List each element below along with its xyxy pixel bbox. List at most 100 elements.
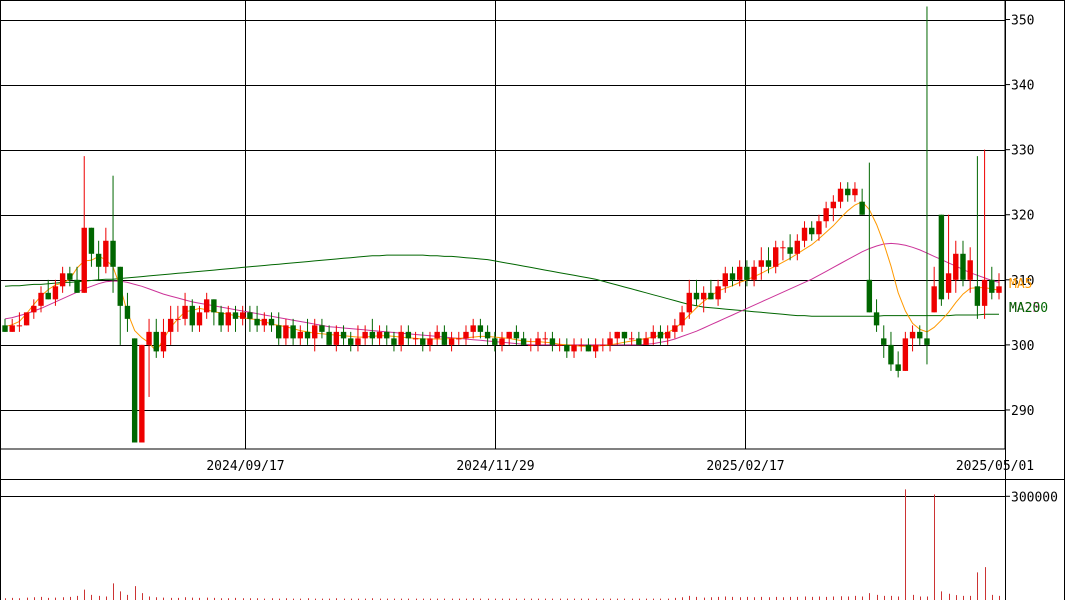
- candle-body: [239, 312, 246, 319]
- candle-body: [881, 338, 887, 345]
- candle-body: [679, 312, 685, 326]
- candle-body: [729, 273, 736, 280]
- candle-body: [369, 331, 376, 339]
- candle-body: [139, 344, 145, 443]
- volume-axis-ticks: 300000: [1005, 490, 1058, 505]
- candle-body: [852, 188, 858, 196]
- volume-tick-label: 300000: [1011, 490, 1058, 505]
- candle-body: [643, 338, 649, 345]
- candle-body: [412, 338, 419, 340]
- price-panel-border: [0, 0, 1006, 450]
- candle-body: [751, 266, 757, 280]
- volume-bars-layer: [5, 489, 1000, 600]
- candle-body: [276, 325, 282, 339]
- candle-body: [909, 331, 916, 339]
- candle-body: [160, 331, 167, 352]
- ma25-line: [4, 242, 1000, 346]
- candle-body: [74, 279, 80, 293]
- candle-body: [59, 273, 66, 287]
- candle-body: [845, 188, 851, 196]
- candle-body: [636, 338, 642, 345]
- candle-body: [398, 331, 404, 345]
- candle-body: [787, 247, 793, 254]
- ma5-line-layer: [4, 201, 1000, 353]
- candle-body: [268, 318, 275, 326]
- candle-body: [88, 227, 95, 254]
- ma-label-ma5: MA5: [1009, 277, 1032, 292]
- price-tick-label: 300: [1011, 339, 1034, 354]
- candle-body: [981, 279, 988, 306]
- candle-body: [319, 325, 325, 332]
- candle-body: [931, 286, 937, 313]
- candle-body: [189, 305, 195, 326]
- candle-body: [499, 338, 505, 345]
- candle-body: [326, 331, 332, 345]
- candle-body: [434, 331, 440, 339]
- candle-body: [117, 266, 123, 306]
- candle-body: [427, 338, 433, 345]
- candle-body: [556, 344, 563, 346]
- candle-body: [2, 325, 8, 332]
- ma-label-ma200: MA200: [1009, 301, 1048, 316]
- candle-body: [780, 247, 786, 249]
- candle-body: [146, 331, 152, 345]
- candle-body: [254, 318, 260, 326]
- candle-body: [405, 331, 412, 339]
- candle-body: [960, 253, 966, 280]
- candle-body: [45, 292, 51, 300]
- candle-body: [211, 299, 217, 313]
- price-tick-label: 340: [1011, 79, 1034, 94]
- candle-body: [902, 338, 909, 371]
- candle-body: [585, 344, 592, 352]
- candle-body: [362, 331, 368, 339]
- price-tick-label: 330: [1011, 144, 1034, 159]
- candle-body: [549, 338, 556, 345]
- candle-body: [628, 338, 635, 340]
- candle-body: [463, 331, 469, 339]
- candle-body: [664, 331, 671, 339]
- candle-body: [355, 338, 361, 345]
- candle-body: [938, 214, 945, 300]
- candle-body: [441, 331, 448, 345]
- candle-body: [52, 286, 59, 300]
- candle-body: [290, 325, 296, 339]
- candle-body: [153, 331, 159, 352]
- candle-body: [765, 260, 772, 267]
- candle-body: [571, 344, 577, 352]
- candle-body: [528, 344, 534, 346]
- candle-body: [340, 331, 347, 339]
- candle-body: [592, 344, 599, 352]
- candle-body: [809, 227, 815, 235]
- candle-body: [830, 201, 837, 209]
- candle-body: [686, 292, 692, 313]
- candle-body: [9, 325, 15, 332]
- candle-body: [391, 338, 397, 345]
- date-axis-ticks: 2024/09/17 2024/11/29 2025/02/17 2025/05/01: [206, 459, 1034, 474]
- candle-body: [917, 331, 923, 339]
- candle-body: [38, 292, 44, 306]
- candle-body: [700, 292, 707, 300]
- candle-body: [758, 260, 765, 267]
- candle-body: [542, 338, 548, 340]
- date-tick-label: 2025/05/01: [956, 459, 1034, 474]
- candle-body: [448, 338, 455, 345]
- date-tick-label: 2025/02/17: [706, 459, 784, 474]
- candle-body: [348, 338, 354, 345]
- candle-body: [801, 227, 808, 241]
- price-tick-label: 350: [1011, 14, 1034, 29]
- candle-body: [384, 331, 390, 339]
- candle-body: [81, 227, 87, 293]
- candle-body: [672, 325, 678, 332]
- candle-body: [722, 273, 728, 287]
- candle-body: [607, 338, 613, 345]
- price-tick-label: 320: [1011, 209, 1034, 224]
- candle-body: [859, 201, 865, 215]
- candle-body: [95, 253, 102, 267]
- candle-body: [614, 331, 620, 339]
- candle-body: [492, 338, 498, 345]
- candle-body: [131, 338, 138, 443]
- candle-body: [564, 344, 570, 352]
- candle-body: [967, 260, 973, 280]
- candle-body: [650, 331, 656, 339]
- candle-body: [657, 331, 664, 339]
